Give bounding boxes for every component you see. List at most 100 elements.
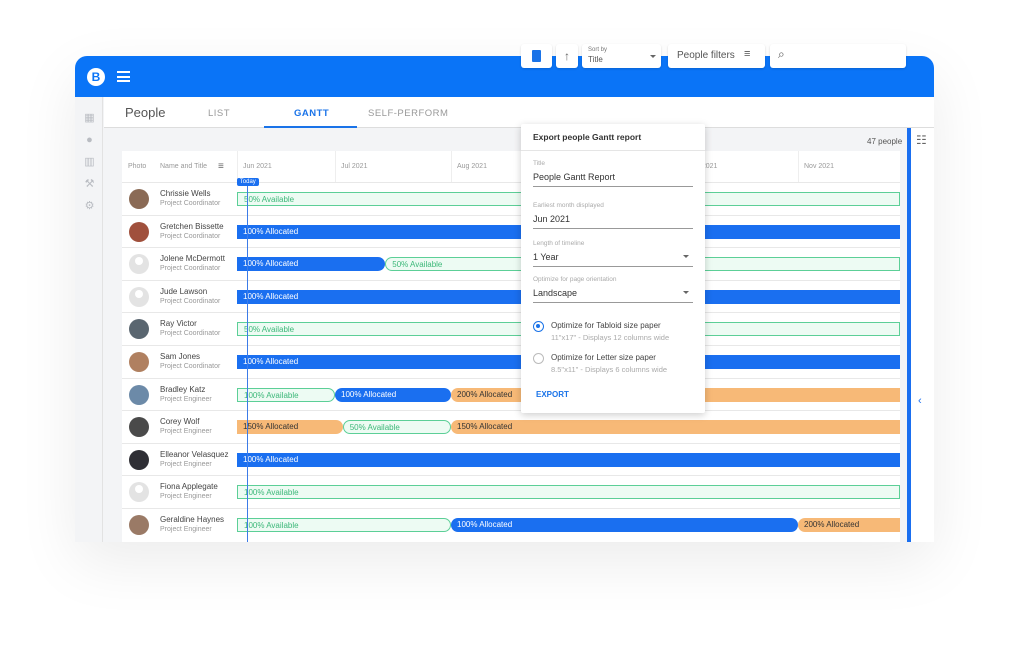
divider: [521, 150, 705, 151]
allocation-bar[interactable]: 100% Available: [237, 485, 900, 500]
tab-gantt[interactable]: GANTT: [294, 108, 329, 119]
person-name: Jude Lawson: [160, 286, 208, 296]
people-count: 47 people: [867, 137, 903, 146]
person-name: Jolene McDermott: [160, 254, 225, 264]
person-row[interactable]: Ray Victor Project Coordinator 50% Availab…: [122, 312, 900, 345]
month-header: Jul 2021: [341, 163, 368, 170]
tabloid-label[interactable]: Optimize for Tabloid size paper: [551, 321, 661, 330]
active-tab-indicator: [264, 126, 357, 128]
building-icon[interactable]: ▥: [84, 157, 95, 168]
month-divider: [335, 151, 336, 182]
avatar: [129, 286, 149, 307]
allocation-bar[interactable]: 150% Allocated: [237, 420, 343, 435]
sort-value: Title: [588, 55, 603, 64]
app-logo[interactable]: B: [87, 68, 105, 86]
month-field[interactable]: Jun 2021: [533, 214, 693, 229]
avatar: [129, 221, 149, 242]
dashboard-icon[interactable]: ▦: [84, 113, 95, 124]
export-confirm-button[interactable]: EXPORT: [536, 390, 569, 399]
caret-down-icon: [650, 55, 656, 58]
month-header: Aug 2021: [457, 163, 487, 170]
filter-icon: ≡: [744, 48, 751, 60]
title-value: People Gantt Report: [533, 172, 616, 182]
allocation-bar[interactable]: 150% Allocated: [451, 420, 900, 435]
person-name: Corey Wolf: [160, 417, 200, 427]
month-value: Jun 2021: [533, 214, 571, 224]
person-name: Bradley Katz: [160, 384, 206, 394]
letter-radio[interactable]: [533, 353, 544, 364]
tab-list[interactable]: LIST: [208, 108, 230, 119]
length-label: Length of timeline: [533, 240, 585, 247]
tabloid-radio[interactable]: [533, 321, 544, 332]
person-row[interactable]: Gretchen Bissette Project Coordinator 100%…: [122, 214, 900, 248]
person-row[interactable]: Fiona Applegate Project Engineer 100% Avai…: [122, 475, 900, 508]
people-filters-button[interactable]: People filters ≡: [668, 44, 765, 68]
avatar: [129, 417, 149, 438]
person-row[interactable]: Sam Jones Project Coordinator 100% Allocat…: [122, 345, 900, 378]
tune-icon[interactable]: ☷: [916, 133, 927, 147]
search-input[interactable]: ⌕: [770, 44, 906, 68]
export-panel: Export people Gantt report Title People …: [521, 124, 705, 413]
length-value: 1 Year: [533, 252, 559, 262]
person-row[interactable]: Jolene McDermott Project Coordinator 100% …: [122, 247, 900, 280]
document-icon: [532, 50, 541, 62]
allocation-bar[interactable]: 100% Available: [237, 518, 451, 532]
person-row[interactable]: Bradley Katz Project Engineer 100% Availab…: [122, 377, 900, 411]
person-row[interactable]: Jude Lawson Project Coordinator 100% Alloc…: [122, 279, 900, 313]
avatar: [129, 254, 149, 275]
month-header: Nov 2021: [804, 163, 834, 170]
chevron-left-icon[interactable]: ‹: [918, 395, 922, 407]
title-field[interactable]: People Gantt Report: [533, 172, 693, 187]
sort-select[interactable]: Sort by Title: [582, 44, 661, 68]
person-role: Project Engineer: [160, 526, 212, 533]
sort-direction-button[interactable]: ↑: [556, 44, 578, 68]
person-row[interactable]: Geraldine Haynes Project Engineer 100% Ava…: [122, 508, 900, 541]
caret-down-icon: [683, 255, 689, 258]
allocation-bar[interactable]: 100% Available: [237, 387, 335, 402]
avatar: [129, 319, 149, 340]
month-divider: [451, 151, 452, 182]
allocation-bar[interactable]: 50% Available: [342, 420, 451, 435]
person-icon[interactable]: ●: [84, 135, 95, 146]
allocation-bar[interactable]: 100% Allocated: [237, 257, 386, 272]
name-header: Name and Title: [160, 163, 208, 170]
allocation-bar[interactable]: 100% Allocated: [451, 518, 798, 532]
sort-label: Sort by: [588, 47, 608, 53]
orientation-select[interactable]: Landscape: [533, 288, 693, 303]
search-icon: ⌕: [778, 47, 785, 61]
orientation-value: Landscape: [533, 288, 578, 298]
person-role: Project Coordinator: [160, 232, 221, 240]
person-name: Geraldine Haynes: [160, 515, 225, 524]
menu-icon[interactable]: [117, 71, 130, 82]
avatar: [129, 189, 149, 209]
page-header: People LIST GANTT SELF-PERFORM: [104, 97, 934, 128]
today-label: Today: [236, 178, 259, 186]
person-role: Project Coordinator: [160, 330, 221, 338]
person-name: Chrissie Wells: [160, 189, 211, 198]
allocation-bar[interactable]: 100% Allocated: [237, 452, 900, 467]
allocation-bar[interactable]: 200% Allocated: [798, 518, 900, 532]
tab-self-perform[interactable]: SELF-PERFORM: [368, 108, 448, 119]
tabloid-desc: 11"x17" - Displays 12 columns wide: [551, 333, 670, 342]
avatar: [129, 449, 149, 470]
gear-icon[interactable]: ⚙: [84, 201, 95, 212]
person-row[interactable]: Chrissie Wells Project Coordinator 50% Ava…: [122, 182, 900, 215]
orientation-label: Optimize for page orientation: [533, 276, 617, 283]
arrow-up-icon: ↑: [564, 49, 570, 63]
avatar: [129, 515, 149, 535]
allocation-bar[interactable]: 100% Allocated: [335, 387, 451, 402]
person-row[interactable]: Elleanor Velasquez Project Engineer 100% A…: [122, 442, 900, 476]
person-role: Project Engineer: [160, 395, 212, 403]
photo-header: Photo: [128, 163, 147, 170]
gantt-chart: Photo Name and Title ≡ Jun 2021 Jul 2021 A…: [122, 151, 900, 542]
wrench-icon[interactable]: ⚒: [84, 179, 95, 190]
person-row[interactable]: Corey Wolf Project Engineer 150% Allocated…: [122, 410, 900, 443]
filter-icon[interactable]: ≡: [218, 151, 224, 182]
title-label: Title: [533, 160, 546, 167]
sidebar: ▦ ● ▥ ⚒ ⚙: [75, 97, 103, 542]
person-role: Project Coordinator: [160, 363, 221, 370]
letter-label[interactable]: Optimize for Letter size paper: [551, 353, 656, 362]
length-select[interactable]: 1 Year: [533, 252, 693, 267]
avatar: [129, 384, 149, 405]
export-button[interactable]: [521, 44, 552, 68]
